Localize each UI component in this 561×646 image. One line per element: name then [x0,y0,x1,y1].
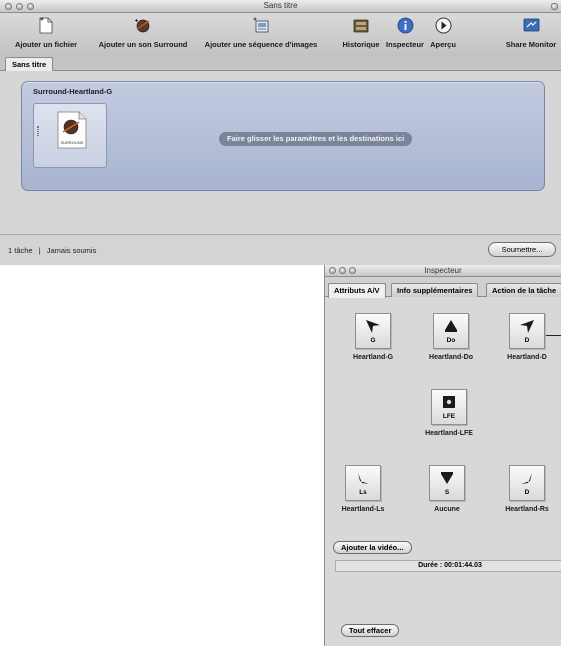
speaker-right-surround-box[interactable]: D [509,465,545,501]
speaker-left-icon [366,320,380,333]
add-file-label: Ajouter un fichier [14,40,78,49]
speaker-left-surround-source: Heartland-Ls [341,506,385,513]
add-image-sequence-icon [252,17,270,34]
status-text: 1 tâche | Jamais soumis [8,246,96,255]
speaker-lfe-source: Heartland-LFE [425,430,473,437]
main-window: Sans titre Ajouter un fichier Ajouter un… [0,0,561,265]
inspector-titlebar[interactable]: Inspecteur [325,265,561,277]
speaker-center[interactable]: Do Heartland-Do [417,313,485,361]
add-file-button[interactable]: Ajouter un fichier [6,17,86,49]
speaker-left-channel: G [370,337,376,344]
batch-area[interactable]: Surround-Heartland-G SURROUND Faire glis… [0,71,561,234]
source-file-box[interactable]: SURROUND [33,103,107,168]
job-count: 1 tâche [8,246,33,255]
main-titlebar[interactable]: Sans titre [0,0,561,13]
window-title: Sans titre [263,1,298,10]
history-icon [352,17,370,34]
speaker-center-icon [445,320,457,332]
drop-hint: Faire glisser les paramètres et les dest… [219,132,413,146]
add-surround-button[interactable]: Ajouter un son Surround [92,17,194,49]
speaker-left-surround-channel: Ls [359,489,367,496]
tab-av-attributes[interactable]: Attributs A/V [328,283,386,298]
subwoofer-icon [443,396,455,408]
job-title: Surround-Heartland-G [33,87,113,96]
speaker-right-icon [520,320,534,333]
speaker-surround[interactable]: S Aucune [413,465,481,513]
file-icon-label: SURROUND [60,140,84,145]
add-image-sequence-label: Ajouter une séquence d'images [204,40,318,49]
inspector-label: Inspecteur [386,40,424,49]
add-surround-icon [134,17,152,34]
speaker-surround-channel: S [444,489,450,496]
status-separator: | [38,246,41,255]
speaker-left-surround-icon [358,473,369,484]
speaker-right-surround-source: Heartland-Rs [505,506,549,513]
play-icon [434,17,452,34]
inspector-button[interactable]: Inspecteur [383,17,427,49]
tab-additional-info[interactable]: Info supplémentaires [391,283,479,297]
job-panel[interactable]: Surround-Heartland-G SURROUND Faire glis… [21,81,545,191]
share-monitor-button[interactable]: Share Monitor [503,17,559,49]
drag-handle[interactable] [37,126,39,136]
toolbar-toggle-button[interactable] [551,3,558,10]
share-monitor-icon [522,17,540,34]
speaker-left-source: Heartland-G [352,354,394,361]
tab-job-action[interactable]: Action de la tâche [486,283,561,297]
speaker-left-surround-box[interactable]: Ls [345,465,381,501]
submit-state: Jamais soumis [46,246,97,255]
speaker-right-surround[interactable]: D Heartland-Rs [493,465,561,513]
surround-file-icon: SURROUND [56,111,88,149]
speaker-right-surround-icon [521,473,532,484]
inspector-title: Inspecteur [424,266,462,275]
speaker-surround-source: Aucune [434,506,460,513]
speaker-left-box[interactable]: G [355,313,391,349]
speaker-center-source: Heartland-Do [429,354,473,361]
speaker-lfe-box[interactable]: LFE [431,389,467,425]
history-label: Historique [342,40,380,49]
add-file-icon [37,17,55,34]
speaker-center-channel: Do [446,337,456,344]
speaker-right-source: Heartland-D [507,354,547,361]
speaker-left-surround[interactable]: Ls Heartland-Ls [329,465,397,513]
speaker-right-box[interactable]: D [509,313,545,349]
speaker-right[interactable]: D Heartland-D [493,313,561,361]
speaker-lfe-channel: LFE [442,413,456,420]
info-icon [396,17,414,34]
add-surround-label: Ajouter un son Surround [98,40,188,49]
status-bar: 1 tâche | Jamais soumis Soumettre... [0,234,561,265]
tab-sans-titre[interactable]: Sans titre [5,57,54,72]
speaker-surround-box[interactable]: S [429,465,465,501]
batch-tabstrip: Sans titre [0,56,561,72]
preview-button[interactable]: Aperçu [428,17,458,49]
inspector-window: Inspecteur Attributs A/V Info supplément… [324,265,561,646]
share-monitor-label: Share Monitor [505,40,557,49]
add-image-sequence-button[interactable]: Ajouter une séquence d'images [199,17,323,49]
submit-button[interactable]: Soumettre... [488,242,556,257]
history-button[interactable]: Historique [340,17,382,49]
clear-all-button[interactable]: Tout effacer [341,624,400,637]
add-video-button[interactable]: Ajouter la vidéo... [333,541,412,554]
speaker-center-box[interactable]: Do [433,313,469,349]
toolbar: Ajouter un fichier Ajouter un son Surrou… [0,14,561,56]
speaker-lfe[interactable]: LFE Heartland-LFE [415,389,483,437]
inspector-tabs: Attributs A/V Info supplémentaires Actio… [325,277,561,298]
speaker-left[interactable]: G Heartland-G [339,313,407,361]
speaker-right-surround-channel: D [524,489,530,496]
speaker-right-channel: D [524,337,530,344]
preview-label: Aperçu [430,40,456,49]
speaker-surround-icon [441,472,453,484]
duration-field: Durée : 00:01:44.03 [335,560,561,572]
